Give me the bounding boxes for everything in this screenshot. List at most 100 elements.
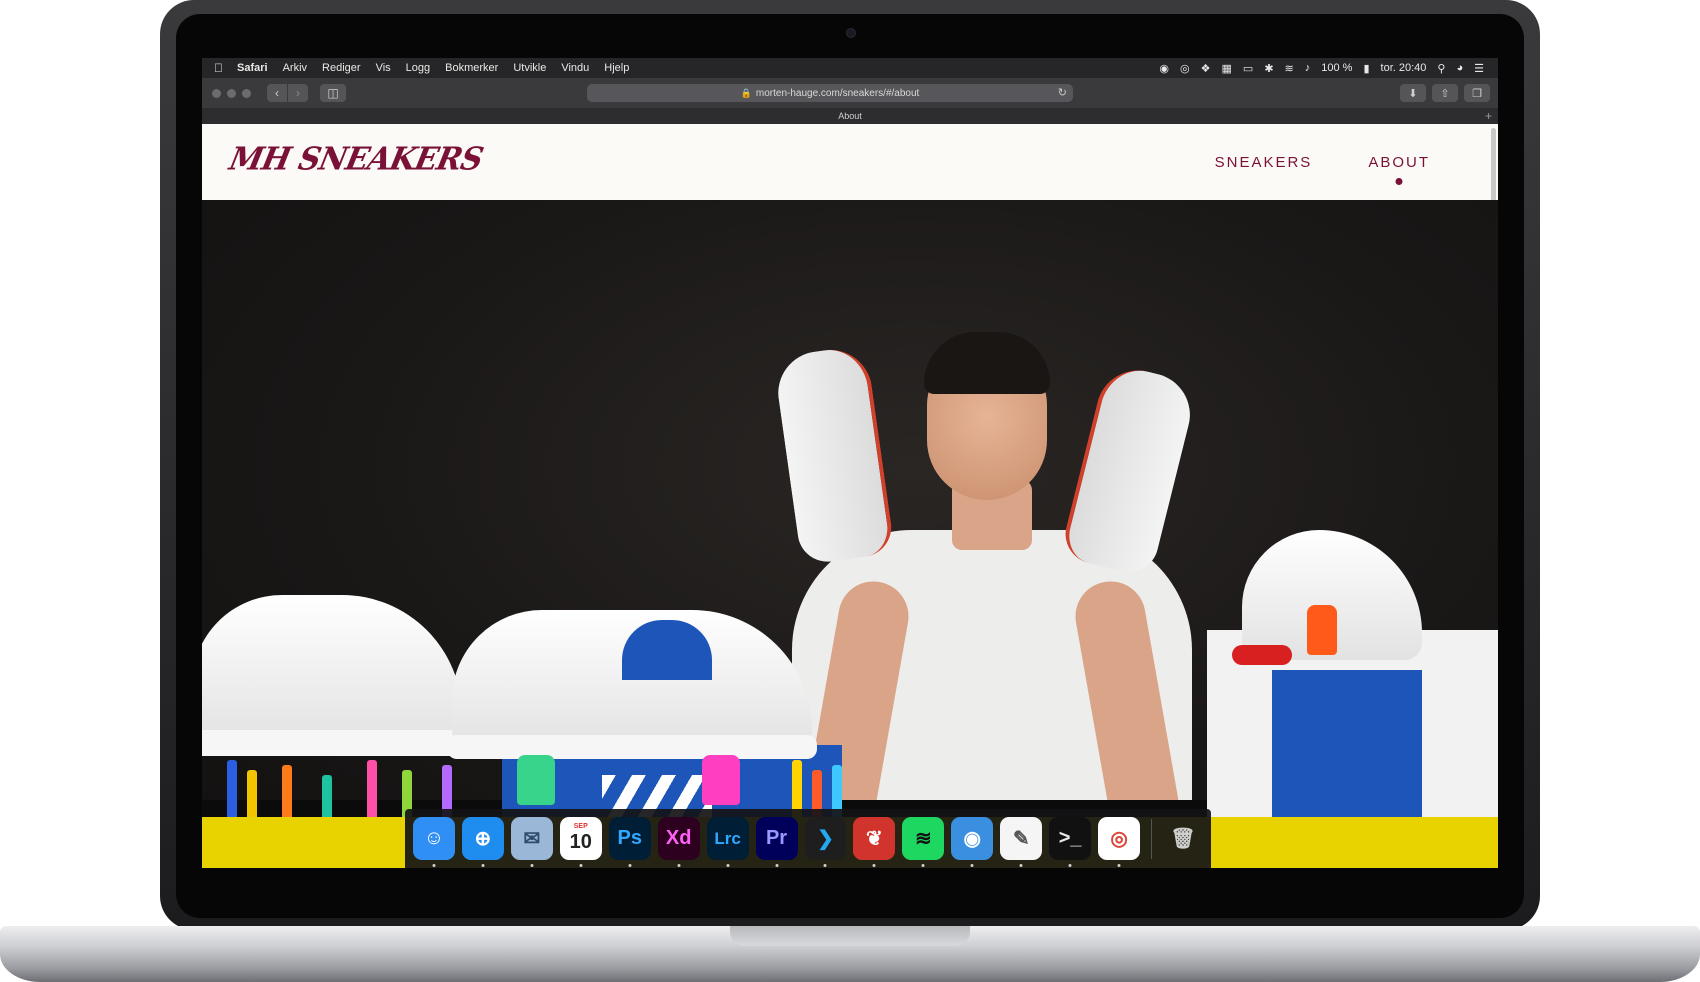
zoom-window-button[interactable] bbox=[242, 88, 251, 98]
hero-photo bbox=[202, 200, 1498, 868]
status-app-icon[interactable]: ◉ bbox=[1159, 62, 1169, 75]
web-page: MH SNEAKERS SNEAKERS ABOUT ☺ ⊕ ✉ SEP 10 … bbox=[202, 124, 1498, 868]
premiere-icon[interactable]: Pr bbox=[755, 817, 798, 867]
dock-app-glyph: ❯ bbox=[817, 828, 834, 850]
photoshop-icon[interactable]: Ps bbox=[608, 817, 651, 867]
preview-icon[interactable]: ✉ bbox=[510, 817, 553, 867]
textedit-icon[interactable]: ✎ bbox=[1000, 817, 1043, 867]
running-indicator bbox=[481, 864, 485, 867]
close-window-button[interactable] bbox=[212, 88, 221, 98]
tab-bar: About + bbox=[202, 108, 1498, 124]
share-button[interactable]: ⇧ bbox=[1432, 84, 1458, 102]
menu-item-logg[interactable]: Logg bbox=[406, 62, 430, 74]
running-indicator bbox=[921, 864, 925, 867]
sidebar-icon: ◫ bbox=[327, 86, 339, 100]
address-bar[interactable]: 🔒 morten-hauge.com/sneakers/#/about ↻ bbox=[587, 84, 1073, 102]
downloads-button[interactable]: ⬇ bbox=[1400, 84, 1426, 102]
tab-title[interactable]: About bbox=[838, 111, 862, 121]
lock-icon: 🔒 bbox=[740, 87, 752, 98]
paint-jar-green bbox=[517, 755, 555, 805]
notification-center-icon[interactable]: ☰ bbox=[1474, 62, 1484, 75]
menu-item-rediger[interactable]: Rediger bbox=[322, 62, 361, 74]
tape-roll bbox=[1232, 645, 1292, 665]
nav-about-link[interactable]: ABOUT bbox=[1368, 154, 1430, 171]
sneaker-white-blue bbox=[452, 610, 812, 750]
finder-icon[interactable]: ☺ bbox=[413, 817, 455, 867]
running-indicator bbox=[1117, 864, 1121, 867]
menu-item-hjelp[interactable]: Hjelp bbox=[604, 62, 629, 74]
petal-app-icon[interactable]: ❦ bbox=[853, 817, 896, 867]
reload-icon[interactable]: ↻ bbox=[1058, 86, 1067, 99]
dock-app-glyph: 10 bbox=[569, 831, 592, 853]
terminal-icon[interactable]: >_ bbox=[1049, 817, 1092, 867]
url-text: morten-hauge.com/sneakers/#/about bbox=[755, 87, 920, 99]
running-indicator bbox=[628, 864, 632, 867]
running-indicator bbox=[432, 864, 436, 867]
menu-app-name[interactable]: Safari bbox=[237, 62, 268, 74]
tabs-icon: ❐ bbox=[1472, 87, 1482, 100]
airplay-icon[interactable]: ▭ bbox=[1243, 62, 1253, 75]
spotlight-icon[interactable]: ⚲ bbox=[1437, 62, 1445, 75]
chrome-icon[interactable]: ◎ bbox=[1098, 817, 1141, 867]
running-indicator bbox=[775, 864, 779, 867]
dock-app-glyph: ◉ bbox=[963, 828, 981, 850]
running-indicator bbox=[530, 864, 534, 867]
wifi-icon[interactable]: ≋ bbox=[1285, 62, 1294, 75]
tweetbot-icon[interactable]: ◉ bbox=[951, 817, 994, 867]
running-indicator bbox=[970, 864, 974, 867]
dock-app-glyph: Pr bbox=[765, 827, 788, 849]
dock-app-glyph: Lrc bbox=[714, 828, 741, 848]
trash-glyph: 🗑 bbox=[1170, 828, 1196, 850]
dock-separator bbox=[1151, 818, 1153, 859]
download-icon: ⬇ bbox=[1408, 87, 1418, 100]
menu-item-vindu[interactable]: Vindu bbox=[561, 62, 589, 74]
battery-percent[interactable]: 100 % bbox=[1321, 62, 1352, 74]
trash-icon[interactable]: 🗑 bbox=[1162, 817, 1204, 860]
sneaker-white-left bbox=[202, 595, 462, 745]
held-sneaker-right bbox=[1059, 361, 1199, 579]
running-indicator bbox=[726, 864, 730, 867]
spotify-icon[interactable]: ≋ bbox=[902, 817, 945, 867]
safari-toolbar: ‹ › ◫ 🔒 morten-hauge.com/sneakers/#/abou… bbox=[202, 78, 1498, 108]
creative-cloud-icon[interactable]: ◎ bbox=[1180, 62, 1190, 75]
bluetooth-icon[interactable]: ✱ bbox=[1264, 62, 1273, 75]
dock-app-glyph: ≋ bbox=[914, 828, 932, 850]
forward-button[interactable]: › bbox=[288, 84, 308, 102]
menu-item-arkiv[interactable]: Arkiv bbox=[283, 62, 307, 74]
calendar-icon[interactable]: SEP 10 bbox=[559, 817, 602, 867]
nav-sneakers-link[interactable]: SNEAKERS bbox=[1215, 154, 1313, 171]
dock-app-glyph: ✎ bbox=[1012, 828, 1030, 850]
apple-menu-icon[interactable]:  bbox=[214, 61, 223, 75]
menu-item-vis[interactable]: Vis bbox=[376, 62, 391, 74]
window-controls bbox=[212, 88, 257, 98]
bartender-icon[interactable]: ▦ bbox=[1222, 62, 1232, 75]
lightroom-classic-icon[interactable]: Lrc bbox=[706, 817, 749, 867]
volume-icon[interactable]: ♪ bbox=[1305, 62, 1311, 74]
battery-icon[interactable]: ▮ bbox=[1363, 62, 1369, 75]
new-tab-icon[interactable]: + bbox=[1485, 108, 1492, 124]
held-sneaker-left bbox=[772, 344, 896, 566]
menu-item-utvikle[interactable]: Utvikle bbox=[513, 62, 546, 74]
webcam bbox=[846, 28, 856, 38]
calendar-month-label: SEP bbox=[573, 823, 588, 830]
minimize-window-button[interactable] bbox=[227, 88, 236, 98]
clock[interactable]: tor. 20:40 bbox=[1381, 62, 1427, 74]
xd-icon[interactable]: Xd bbox=[657, 817, 700, 867]
running-indicator bbox=[872, 864, 876, 867]
dropbox-icon[interactable]: ❖ bbox=[1201, 62, 1211, 75]
safari-icon[interactable]: ⊕ bbox=[461, 817, 504, 867]
dock-app-glyph: ✉ bbox=[523, 828, 541, 850]
running-indicator bbox=[823, 864, 827, 867]
share-icon: ⇧ bbox=[1440, 87, 1450, 100]
chevron-left-icon: ‹ bbox=[275, 86, 279, 100]
dock-app-glyph: ☺ bbox=[423, 827, 445, 849]
tab-overview-button[interactable]: ❐ bbox=[1464, 84, 1490, 102]
menu-item-bokmerker[interactable]: Bokmerker bbox=[445, 62, 498, 74]
sidebar-toggle-button[interactable]: ◫ bbox=[320, 84, 346, 102]
vscode-icon[interactable]: ❯ bbox=[804, 817, 847, 867]
laptop-opening-notch bbox=[730, 926, 970, 946]
back-button[interactable]: ‹ bbox=[267, 84, 287, 102]
siri-icon[interactable]: ◕ bbox=[1456, 62, 1463, 74]
site-logo[interactable]: MH SNEAKERS bbox=[226, 141, 486, 178]
menu-bar:  Safari Arkiv Rediger Vis Logg Bokmerke… bbox=[202, 58, 1498, 78]
